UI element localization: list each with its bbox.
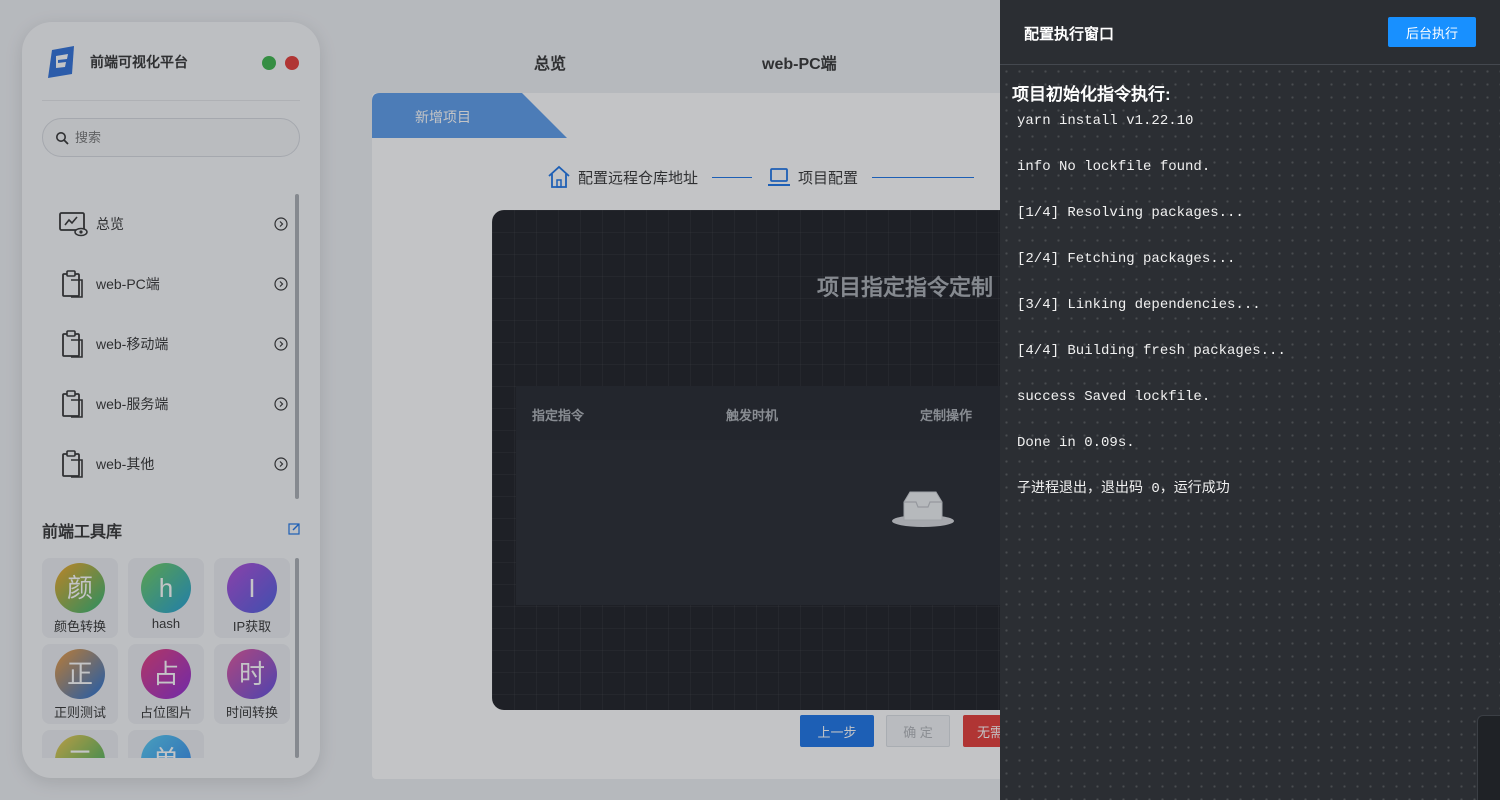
execution-drawer: 配置执行窗口 后台执行 项目初始化指令执行: yarn install v1.2… — [1000, 0, 1500, 800]
log-line: [2/4] Fetching packages... — [1017, 251, 1236, 267]
log-line: [3/4] Linking dependencies... — [1017, 297, 1261, 313]
corner-handle[interactable] — [1477, 715, 1500, 800]
modal-overlay[interactable] — [0, 0, 1000, 800]
log-output: yarn install v1.22.10 info No lockfile fo… — [1017, 112, 1487, 526]
log-line: 子进程退出，退出码 0，运行成功 — [1017, 481, 1230, 497]
log-line: success Saved lockfile. — [1017, 389, 1211, 405]
log-line: yarn install v1.22.10 — [1017, 113, 1194, 129]
run-in-background-button[interactable]: 后台执行 — [1388, 17, 1476, 47]
log-line: [4/4] Building fresh packages... — [1017, 343, 1286, 359]
drawer-header: 配置执行窗口 后台执行 — [1000, 0, 1500, 65]
log-line: [1/4] Resolving packages... — [1017, 205, 1244, 221]
log-title: 项目初始化指令执行: — [1012, 85, 1171, 104]
log-line: Done in 0.09s. — [1017, 435, 1135, 451]
drawer-title: 配置执行窗口 — [1024, 26, 1115, 43]
log-line: info No lockfile found. — [1017, 159, 1211, 175]
